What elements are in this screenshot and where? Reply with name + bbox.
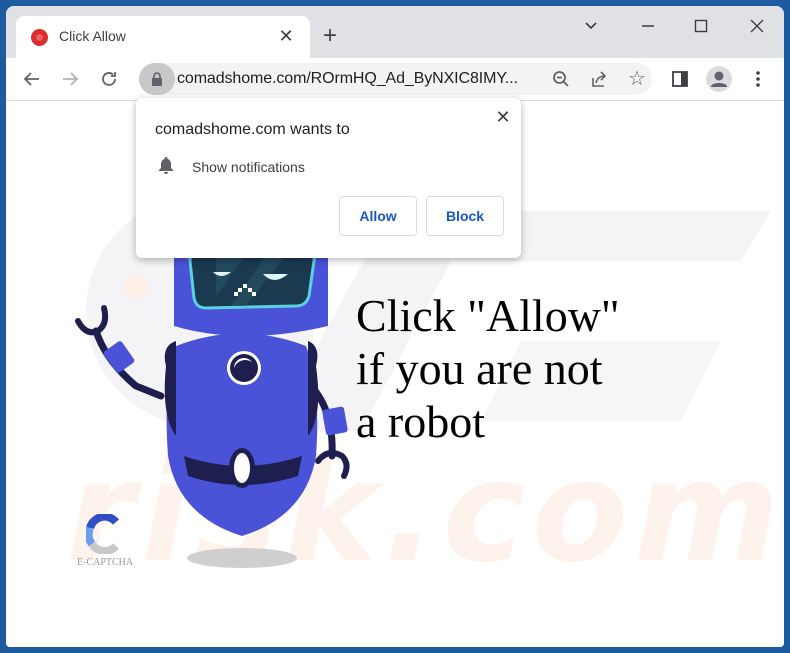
zoom-out-icon: [553, 71, 569, 87]
close-icon: [750, 19, 764, 33]
notification-permission-popup: comadshome.com wants to ✕ Show notificat…: [136, 98, 521, 258]
headline-line-2: if you are not: [356, 343, 603, 394]
forward-button[interactable]: [56, 65, 84, 93]
site-info-button[interactable]: [139, 63, 175, 95]
close-window-button[interactable]: [737, 12, 777, 40]
browser-toolbar: comadshome.com/ROrmHQ_Ad_ByNXIC8IMY... ☆: [6, 58, 784, 101]
reload-button[interactable]: [95, 65, 123, 93]
active-tab[interactable]: Click Allow ✕: [16, 16, 310, 58]
robot-shadow: [187, 548, 297, 568]
favicon-icon: [31, 29, 48, 46]
popup-title: comadshome.com wants to: [155, 121, 350, 138]
share-icon: [592, 71, 607, 87]
star-icon: ☆: [628, 68, 646, 90]
block-button[interactable]: Block: [426, 196, 504, 236]
bell-icon: [159, 157, 173, 174]
side-panel-icon: [672, 71, 688, 87]
lock-icon: [152, 72, 162, 86]
url-text[interactable]: comadshome.com/ROrmHQ_Ad_ByNXIC8IMY...: [177, 70, 518, 88]
tab-search-button[interactable]: [571, 12, 611, 40]
forward-arrow-icon: [63, 72, 79, 86]
ecaptcha-label: E-CAPTCHA: [77, 557, 134, 568]
allow-button[interactable]: Allow: [339, 196, 417, 236]
tab-title: Click Allow: [59, 28, 126, 44]
tab-close-icon[interactable]: ✕: [274, 24, 298, 48]
popup-close-button[interactable]: ✕: [492, 106, 514, 128]
back-arrow-icon: [23, 72, 39, 86]
new-tab-button[interactable]: +: [316, 22, 344, 50]
profile-button[interactable]: [705, 65, 733, 93]
menu-button[interactable]: [744, 65, 772, 93]
minimize-button[interactable]: [628, 12, 668, 40]
zoom-button[interactable]: [547, 65, 575, 93]
maximize-button[interactable]: [681, 12, 721, 40]
browser-window: Click Allow ✕ + comadshome.com/ROrmHQ_Ad…: [6, 6, 784, 647]
side-panel-button[interactable]: [666, 65, 694, 93]
reload-icon: [102, 72, 116, 86]
back-button[interactable]: [18, 65, 46, 93]
title-bar: Click Allow ✕ +: [6, 6, 784, 58]
maximize-icon: [694, 19, 708, 33]
bookmark-button[interactable]: ☆: [623, 65, 651, 93]
headline-line-3: a robot: [356, 396, 486, 447]
minimize-icon: [642, 25, 654, 27]
address-bar[interactable]: comadshome.com/ROrmHQ_Ad_ByNXIC8IMY... ☆: [139, 63, 652, 95]
permission-text: Show notifications: [192, 159, 305, 175]
share-button[interactable]: [585, 65, 613, 93]
avatar-icon: [706, 66, 732, 92]
headline-line-1: Click "Allow": [356, 290, 620, 341]
chevron-down-icon: [585, 22, 597, 30]
ecaptcha-logo-icon: [86, 514, 120, 554]
kebab-menu-icon: [756, 71, 760, 87]
headline: Click "Allow" if you are not a robot: [356, 289, 620, 448]
